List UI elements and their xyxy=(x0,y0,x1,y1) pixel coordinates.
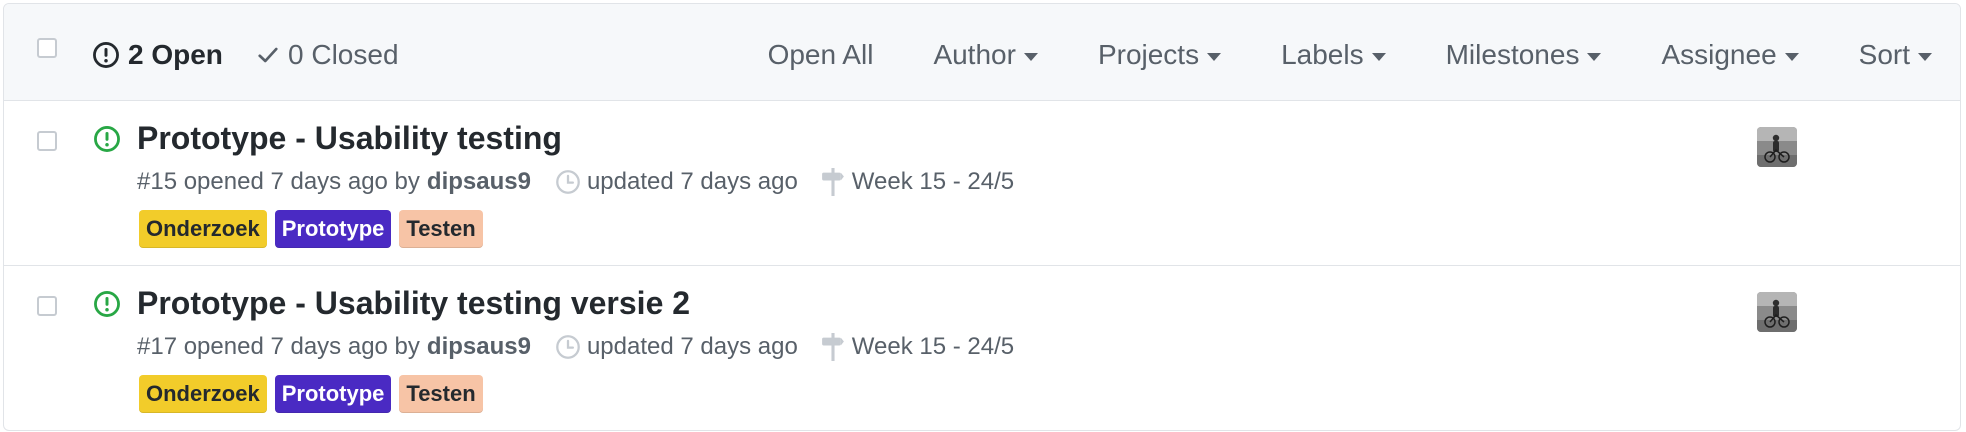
milestone-icon xyxy=(821,168,844,196)
issue-updated-text: updated 7 days ago xyxy=(586,168,798,195)
assignee-avatar[interactable] xyxy=(1757,127,1797,167)
issue-labels: Onderzoek Prototype Testen xyxy=(139,375,491,413)
issue-updated: updated 7 days ago xyxy=(555,332,798,362)
issue-opened-text: #15 opened 7 days ago by xyxy=(137,168,420,195)
closed-count-label: 0 Closed xyxy=(288,39,399,70)
issue-milestone-link[interactable]: Week 15 - 24/5 xyxy=(821,332,1015,362)
label-testen[interactable]: Testen xyxy=(399,375,483,413)
assignee-filter-dropdown[interactable]: Assignee xyxy=(1661,38,1799,72)
clock-icon xyxy=(556,335,580,359)
open-all-label: Open All xyxy=(767,39,874,70)
issue-row: Prototype - Usability testing #15 opened… xyxy=(4,101,1960,266)
issue-opened-icon xyxy=(93,42,119,68)
caret-down-icon xyxy=(1207,52,1222,61)
issue-title-link[interactable]: Prototype - Usability testing xyxy=(137,119,562,157)
label-prototype[interactable]: Prototype xyxy=(274,210,392,248)
label-testen[interactable]: Testen xyxy=(399,210,483,248)
author-filter-dropdown[interactable]: Author xyxy=(933,38,1038,72)
sort-dropdown[interactable]: Sort xyxy=(1859,38,1932,72)
issue-opened-icon xyxy=(94,291,120,317)
avatar-photo xyxy=(1757,127,1797,167)
issue-checkbox[interactable] xyxy=(37,296,57,316)
projects-filter-label: Projects xyxy=(1097,39,1200,70)
issue-title-link[interactable]: Prototype - Usability testing versie 2 xyxy=(137,284,690,322)
caret-down-icon xyxy=(1587,52,1602,61)
milestone-icon xyxy=(821,333,844,361)
labels-filter-label: Labels xyxy=(1281,39,1364,70)
labels-filter-dropdown[interactable]: Labels xyxy=(1281,38,1386,72)
milestones-filter-label: Milestones xyxy=(1445,39,1580,70)
label-onderzoek[interactable]: Onderzoek xyxy=(139,210,267,248)
label-prototype[interactable]: Prototype xyxy=(274,375,392,413)
caret-down-icon xyxy=(1918,52,1932,61)
issue-meta: #15 opened 7 days ago by dipsaus9 update… xyxy=(137,167,1014,197)
assignee-filter-label: Assignee xyxy=(1661,39,1777,70)
issue-updated-text: updated 7 days ago xyxy=(586,333,798,360)
issue-milestone-text: Week 15 - 24/5 xyxy=(851,168,1015,195)
assignee-avatar[interactable] xyxy=(1757,292,1797,332)
issues-list: 2 Open 0 Closed Open All Author Projects… xyxy=(3,3,1961,431)
issue-author-link[interactable]: dipsaus9 xyxy=(427,167,531,197)
issue-opened-icon xyxy=(94,126,120,152)
sort-label: Sort xyxy=(1858,39,1910,70)
issue-checkbox[interactable] xyxy=(37,131,57,151)
check-icon xyxy=(258,47,278,63)
closed-issues-tab[interactable]: 0 Closed xyxy=(256,38,399,72)
open-count-label: 2 Open xyxy=(128,39,223,70)
filter-bar: Open All Author Projects Labels Mileston… xyxy=(768,38,1932,72)
issue-milestone-text: Week 15 - 24/5 xyxy=(851,333,1015,360)
label-onderzoek[interactable]: Onderzoek xyxy=(139,375,267,413)
issue-opened-text: #17 opened 7 days ago by xyxy=(137,333,420,360)
avatar-photo xyxy=(1757,292,1797,332)
issue-meta: #17 opened 7 days ago by dipsaus9 update… xyxy=(137,332,1014,362)
caret-down-icon xyxy=(1371,52,1386,61)
issues-list-header: 2 Open 0 Closed Open All Author Projects… xyxy=(4,4,1960,101)
issue-author-link[interactable]: dipsaus9 xyxy=(427,332,531,362)
issue-milestone-link[interactable]: Week 15 - 24/5 xyxy=(821,167,1015,197)
caret-down-icon xyxy=(1784,52,1799,61)
open-all-link[interactable]: Open All xyxy=(768,38,874,72)
author-filter-label: Author xyxy=(933,39,1016,70)
projects-filter-dropdown[interactable]: Projects xyxy=(1097,38,1222,72)
select-all-checkbox[interactable] xyxy=(37,38,57,58)
issue-labels: Onderzoek Prototype Testen xyxy=(139,210,491,248)
clock-icon xyxy=(556,170,580,194)
issue-updated: updated 7 days ago xyxy=(555,167,798,197)
milestones-filter-dropdown[interactable]: Milestones xyxy=(1446,38,1602,72)
open-issues-tab[interactable]: 2 Open xyxy=(92,38,223,72)
issue-row: Prototype - Usability testing versie 2 #… xyxy=(4,266,1960,430)
caret-down-icon xyxy=(1023,52,1038,61)
